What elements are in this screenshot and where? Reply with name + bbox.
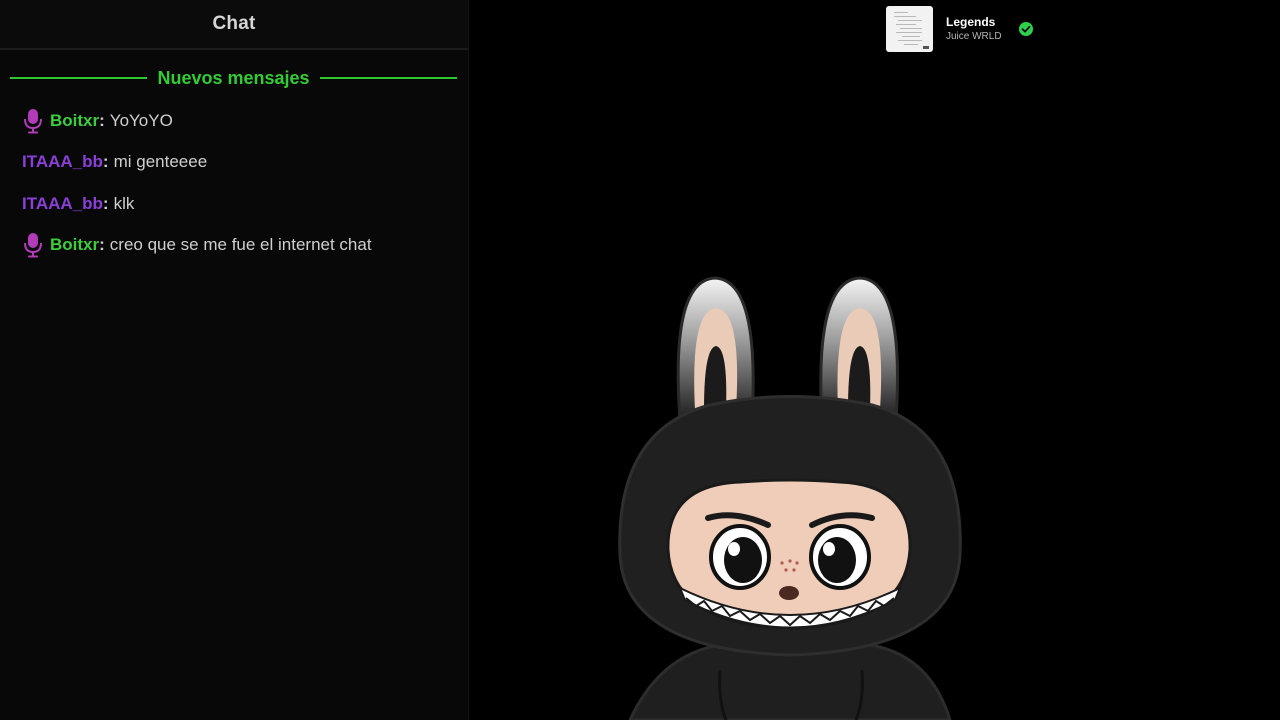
chat-message-text: YoYoYO [109,110,173,130]
microphone-icon [22,108,44,134]
stream-overlay: Chat Nuevos mensajes Boitxr: YoYoYO ITAA… [0,0,1280,720]
chat-panel: Chat Nuevos mensajes Boitxr: YoYoYO ITAA… [0,0,469,720]
new-messages-label: Nuevos mensajes [157,67,310,88]
chat-username[interactable]: ITAAA_bb [22,194,103,214]
chat-message: ITAAA_bb: mi genteeee [22,152,208,172]
chat-message: Boitxr: creo que se me fue el internet ch… [0,225,468,267]
chat-message-text: creo que se me fue el internet chat [109,235,372,255]
microphone-icon [22,232,44,258]
album-art [886,6,933,52]
chat-username[interactable]: Boitxr [50,111,99,131]
track-title: Legends [946,14,996,29]
check-circle-icon [1018,21,1034,37]
chat-message-text: mi genteeee [113,152,208,172]
divider-line-right [319,77,458,79]
chat-message: Boitxr: YoYoYO [0,100,468,142]
chat-message-text: klk [113,193,135,213]
chat-message: ITAAA_bb: klk [22,193,135,214]
chat-message-list: Boitxr: YoYoYO ITAAA_bb: mi genteeee ITAAA… [0,100,468,266]
track-artist: Juice WRLD [946,30,1002,42]
chat-username[interactable]: ITAAA_bb [22,152,103,172]
new-messages-divider: Nuevos mensajes [10,64,458,92]
bunny-hood-character [600,270,980,720]
chat-title: Chat [212,13,256,34]
chat-header: Chat [0,0,468,50]
now-playing-info: Legends Juice WRLD [946,15,1002,44]
chat-username[interactable]: Boitxr [50,235,99,255]
divider-line-left [10,77,148,79]
now-playing-widget: Legends Juice WRLD [886,6,1046,52]
